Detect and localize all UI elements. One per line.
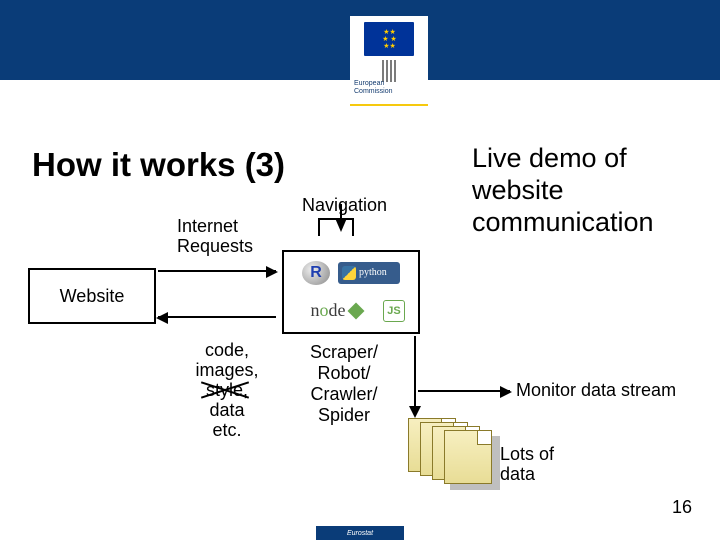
internet-requests-label: Internet Requests: [177, 216, 253, 256]
file-stack-icon: [408, 418, 494, 480]
navigation-arrow-head-icon: [335, 218, 347, 232]
arrow-request-icon: [158, 270, 276, 272]
js-text: JS: [387, 305, 400, 317]
ec-line1: European: [354, 80, 384, 87]
python-text: python: [359, 267, 387, 278]
python-logo-icon: python: [338, 262, 400, 284]
scraper-label: Scraper/ Robot/ Crawler/ Spider: [310, 342, 378, 426]
rt-l3: communication: [472, 207, 654, 237]
sc-3: Crawler/: [311, 384, 378, 404]
arrow-monitor-icon: [418, 390, 510, 392]
eu-stars-icon: ★ ★★ ★★ ★: [382, 29, 395, 50]
sc-1: Scraper/: [310, 342, 378, 362]
ec-logo: ★ ★★ ★★ ★ European Commission: [350, 16, 428, 106]
pl-4: data: [209, 400, 244, 420]
website-box: Website: [28, 268, 156, 324]
pl-1: code,: [205, 340, 249, 360]
tech-box: R python node JS: [282, 250, 420, 334]
lod-2: data: [500, 464, 535, 484]
navigation-label: Navigation: [302, 195, 387, 216]
pl-2: images,: [195, 360, 258, 380]
slide: ★ ★★ ★★ ★ European Commission How it wor…: [0, 0, 720, 540]
node-hex-icon: [347, 302, 364, 319]
page-number: 16: [672, 497, 692, 518]
ec-line2: Commission: [354, 88, 393, 95]
rt-l2: website: [472, 175, 564, 205]
arrow-response-icon: [158, 316, 276, 318]
r-logo-icon: R: [302, 261, 330, 285]
footer-pill: Eurostat: [316, 526, 404, 540]
monitor-label: Monitor data stream: [516, 380, 676, 401]
ec-text: European Commission: [354, 80, 393, 96]
r-letter: R: [310, 264, 322, 282]
sc-4: Spider: [318, 405, 370, 425]
rt-l1: Live demo of: [472, 143, 627, 173]
ir-l2: Requests: [177, 236, 253, 256]
python-glyph-icon: [342, 266, 356, 280]
js-logo-icon: JS: [383, 300, 405, 322]
lod-1: Lots of: [500, 444, 554, 464]
sc-2: Robot/: [317, 363, 370, 383]
lots-of-data-label: Lots of data: [500, 444, 554, 484]
eu-flag-icon: ★ ★★ ★★ ★: [364, 22, 414, 56]
node-de: de: [329, 300, 346, 321]
right-demo-text: Live demo of website communication: [472, 142, 654, 238]
ir-l1: Internet: [177, 216, 238, 236]
ec-bars-icon: [382, 60, 396, 82]
footer-text: Eurostat: [347, 530, 373, 537]
slide-title: How it works (3): [32, 146, 285, 184]
website-box-label: Website: [60, 286, 125, 307]
file-icon: [444, 430, 492, 484]
node-o: o: [320, 300, 329, 321]
node-n: n: [311, 300, 320, 321]
node-logo-icon: node: [297, 298, 375, 324]
pl-5: etc.: [212, 420, 241, 440]
style-strikethrough-icon: [200, 378, 250, 400]
arrow-to-files-icon: [414, 336, 416, 416]
